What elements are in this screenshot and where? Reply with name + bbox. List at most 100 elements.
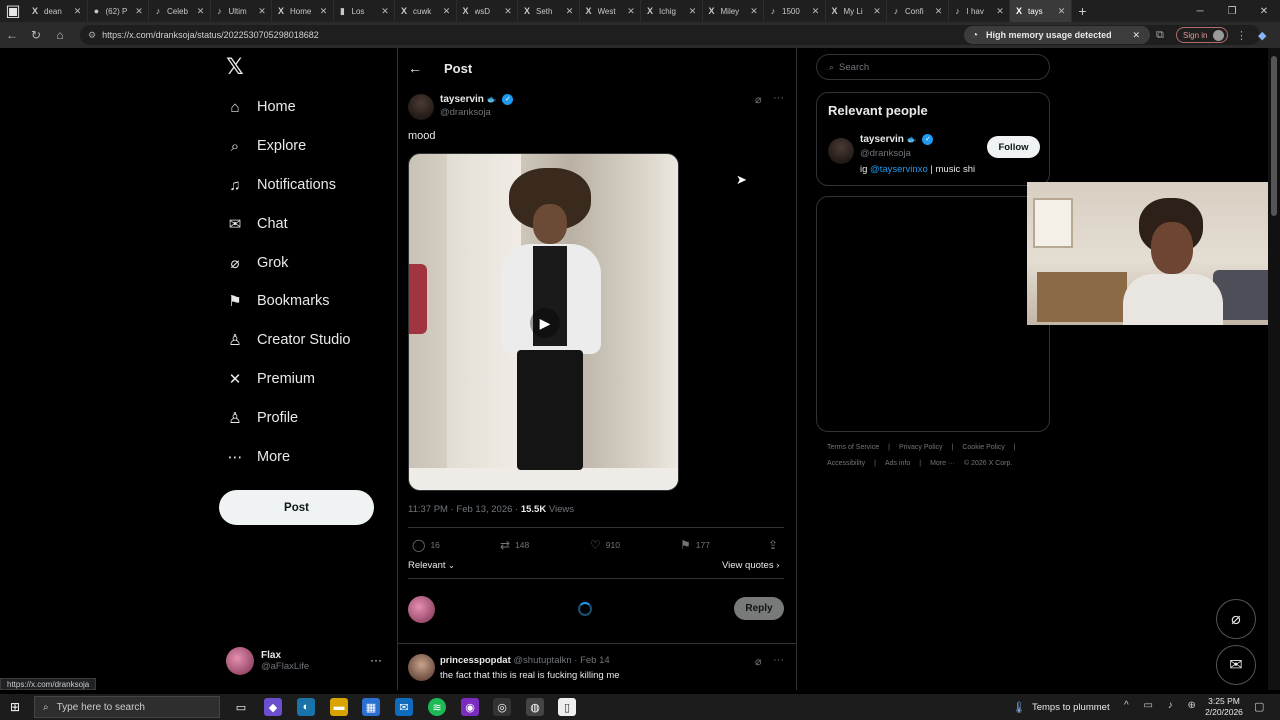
browser-tab[interactable]: X Miley ✕: [703, 0, 764, 22]
relevant-person-handle[interactable]: @dranksoja: [860, 148, 911, 159]
browser-tab[interactable]: ▮ Los ✕: [334, 0, 395, 22]
author-name-row[interactable]: tayservin 🐟 ✓: [440, 94, 514, 105]
follow-button[interactable]: Follow: [987, 136, 1040, 158]
store-app-icon[interactable]: ▦: [362, 698, 380, 716]
footer-link[interactable]: Privacy Policy: [899, 444, 943, 451]
repost-action[interactable]: ⇄ 148: [500, 537, 529, 553]
relevant-person-avatar[interactable]: [828, 138, 854, 164]
tab-close-icon[interactable]: ✕: [134, 6, 144, 17]
browser-tab[interactable]: ♪ Confi ✕: [887, 0, 949, 22]
tab-close-icon[interactable]: ✕: [749, 6, 759, 17]
post-more-icon[interactable]: ···: [773, 92, 784, 104]
back-nav-icon[interactable]: ←: [0, 22, 24, 48]
grok-explain-icon[interactable]: ⌀: [755, 93, 762, 106]
browser-tab[interactable]: ♪ 1500 ✕: [764, 0, 826, 22]
document-app-icon[interactable]: ▯: [558, 698, 576, 716]
author-handle[interactable]: @dranksoja: [440, 107, 491, 118]
post-button[interactable]: Post: [219, 490, 374, 525]
obs-app-icon[interactable]: ◉: [461, 698, 479, 716]
post-video[interactable]: ▶: [408, 153, 679, 491]
tab-close-icon[interactable]: ✕: [442, 6, 452, 17]
tab-close-icon[interactable]: ✕: [1057, 6, 1067, 17]
reply-date[interactable]: · Feb 14: [574, 655, 609, 666]
reply-sort-dropdown[interactable]: Relevant ⌄: [408, 560, 455, 571]
tab-close-icon[interactable]: ✕: [257, 6, 267, 17]
taskbar-clock[interactable]: 3:25 PM 2/20/2026: [1200, 696, 1248, 718]
copilot-app-icon[interactable]: ◆: [264, 698, 282, 716]
page-scrollbar[interactable]: [1268, 48, 1280, 690]
maximize-icon[interactable]: ❐: [1216, 0, 1248, 22]
sign-in-button[interactable]: Sign in: [1176, 27, 1228, 43]
mail-app-icon[interactable]: ✉: [395, 698, 413, 716]
share-action[interactable]: ⇪: [768, 537, 783, 553]
author-avatar[interactable]: [408, 94, 434, 120]
grok-float-button[interactable]: ⌀: [1216, 599, 1256, 639]
edge-app-icon[interactable]: ◐: [297, 698, 315, 716]
weather-widget[interactable]: 🌡 Temps to plummet: [1012, 698, 1110, 716]
minimize-icon[interactable]: ─: [1184, 0, 1216, 22]
browser-tab[interactable]: ♪ I hav ✕: [949, 0, 1010, 22]
browser-tab[interactable]: ♪ Celeb ✕: [149, 0, 211, 22]
tab-close-icon[interactable]: ✕: [73, 6, 83, 17]
chrome-app-icon[interactable]: ◎: [493, 698, 511, 716]
nav-item-profile[interactable]: ♙ Profile: [226, 404, 298, 432]
account-more-icon[interactable]: ···: [370, 653, 382, 667]
nav-item-more[interactable]: ⋯ More: [226, 443, 291, 471]
messages-float-button[interactable]: ✉: [1216, 645, 1256, 685]
tab-close-icon[interactable]: ✕: [565, 6, 575, 17]
browser-tab[interactable]: XwsD ✕: [457, 0, 518, 22]
reply-author-name[interactable]: princesspopdat: [440, 655, 511, 666]
search-input[interactable]: ⌕ Search: [816, 54, 1050, 80]
reply-button[interactable]: Reply: [734, 597, 784, 620]
media-app-icon[interactable]: ◍: [526, 698, 544, 716]
copilot-icon[interactable]: ◆: [1258, 29, 1266, 42]
tab-close-icon[interactable]: ✕: [196, 6, 206, 17]
task-view-icon[interactable]: ▭: [232, 698, 250, 716]
browser-tab[interactable]: Xcuwk ✕: [395, 0, 457, 22]
view-quotes-link[interactable]: View quotes ›: [722, 560, 779, 571]
nav-item-bookmarks[interactable]: ⚑ Bookmarks: [226, 287, 329, 315]
site-info-icon[interactable]: ⚙: [88, 30, 96, 41]
tab-close-icon[interactable]: ✕: [688, 6, 698, 17]
tab-close-icon[interactable]: ✕: [380, 6, 390, 17]
scrollbar-thumb[interactable]: [1271, 56, 1277, 216]
tab-close-icon[interactable]: ✕: [626, 6, 636, 17]
footer-link[interactable]: More ···: [930, 460, 955, 467]
account-switcher[interactable]: Flax @aFlaxLife ···: [226, 646, 386, 676]
like-action[interactable]: ♡ 910: [590, 537, 620, 553]
x-logo-icon[interactable]: 𝕏: [226, 56, 248, 78]
reload-icon[interactable]: ↻: [24, 22, 48, 48]
file-explorer-icon[interactable]: ▬: [330, 698, 348, 716]
browser-tab[interactable]: X Home ✕: [272, 0, 334, 22]
browser-tab[interactable]: Xdean ✕: [26, 0, 88, 22]
window-menu-icon[interactable]: ▣: [0, 0, 26, 22]
browser-tab[interactable]: Xtays ✕: [1010, 0, 1072, 22]
footer-link[interactable]: Terms of Service: [827, 444, 879, 451]
nav-item-explore[interactable]: ⌕ Explore: [226, 132, 306, 160]
windows-start-icon[interactable]: ⊞: [10, 700, 24, 714]
tab-close-icon[interactable]: ✕: [872, 6, 882, 17]
reply-action[interactable]: ◯ 16: [412, 537, 440, 553]
tab-close-icon[interactable]: ✕: [503, 6, 513, 17]
home-nav-icon[interactable]: ⌂: [48, 22, 72, 48]
browser-tab[interactable]: X My Li ✕: [826, 0, 887, 22]
reply-more-icon[interactable]: ···: [773, 654, 784, 666]
nav-item-grok[interactable]: ⌀ Grok: [226, 249, 288, 277]
tab-close-icon[interactable]: ✕: [811, 6, 821, 17]
footer-link[interactable]: Ads info: [885, 460, 910, 467]
system-tray-icons[interactable]: ^ ▭ ♪ ⊕: [1124, 700, 1202, 711]
back-arrow-icon[interactable]: ←: [408, 60, 422, 76]
tab-close-icon[interactable]: ✕: [934, 6, 944, 17]
play-icon[interactable]: ▶: [530, 308, 560, 338]
bookmark-action[interactable]: ⚑ 177: [680, 537, 710, 553]
extension-icon[interactable]: ⧉: [1156, 29, 1164, 42]
nav-item-creator-studio[interactable]: ♙ Creator Studio: [226, 326, 350, 354]
reply-author-avatar[interactable]: [408, 654, 435, 681]
grok-explain-icon[interactable]: ⌀: [755, 655, 762, 668]
browser-menu-icon[interactable]: ⋮: [1236, 29, 1247, 42]
memory-alert-chip[interactable]: ◔ High memory usage detected ✕: [964, 26, 1150, 44]
close-alert-icon[interactable]: ✕: [1132, 30, 1140, 41]
footer-link[interactable]: Accessibility: [827, 460, 865, 467]
notification-center-icon[interactable]: ▢: [1254, 700, 1264, 713]
nav-item-chat[interactable]: ✉ Chat: [226, 210, 288, 238]
